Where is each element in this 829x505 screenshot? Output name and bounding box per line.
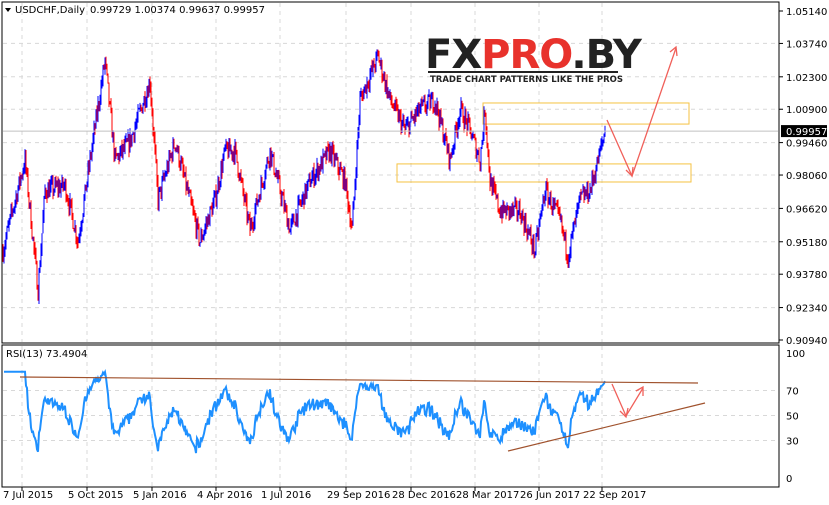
time-tick-label: 5 Jan 2016 <box>133 490 187 501</box>
rsi-tick-label: 30 <box>786 437 799 448</box>
price-tick-label: 0.98060 <box>786 171 827 182</box>
time-tick-label: 1 Jul 2016 <box>261 490 311 501</box>
time-tick-label: 28 Mar 2017 <box>456 490 519 501</box>
main-price-pane[interactable] <box>1 1 780 344</box>
time-axis[interactable]: 7 Jul 2015 5 Oct 2015 5 Jan 2016 4 Apr 2016… <box>3 487 646 501</box>
logo-tagline: TRADE CHART PATTERNS LIKE THE PROS <box>430 75 623 85</box>
fxpro-logo: FXPRO.BY TRADE CHART PATTERNS LIKE THE P… <box>425 32 644 85</box>
time-tick-label: 4 Apr 2016 <box>197 490 252 501</box>
time-tick-label: 7 Jul 2015 <box>3 490 53 501</box>
ohlc-values: 0.99729 1.00374 0.99637 0.99957 <box>90 5 265 16</box>
price-tick-label: 1.02300 <box>786 73 827 84</box>
price-tick-label: 1.03740 <box>786 39 827 50</box>
price-tick-label: 1.00900 <box>786 105 827 116</box>
rsi-tick-label: 0 <box>786 474 792 485</box>
price-tick-label: 0.90940 <box>786 336 827 347</box>
time-tick-label: 29 Sep 2016 <box>327 490 390 501</box>
rsi-tick-label: 70 <box>786 387 799 398</box>
rsi-tick-label: 100 <box>786 349 805 360</box>
time-tick-label: 22 Sep 2017 <box>583 490 646 501</box>
trading-chart[interactable]: FXPRO.BY TRADE CHART PATTERNS LIKE THE P… <box>0 0 829 505</box>
price-tick-label: 0.96620 <box>786 204 827 215</box>
rsi-axis[interactable]: 100 70 50 30 0 <box>786 349 805 485</box>
price-tick-label: 0.92340 <box>786 304 827 315</box>
time-tick-label: 5 Oct 2015 <box>68 490 123 501</box>
time-tick-label: 28 Dec 2016 <box>392 490 456 501</box>
rsi-tick-label: 50 <box>786 412 799 423</box>
price-tick-label: 0.99460 <box>786 139 827 150</box>
time-tick-label: 26 Jun 2017 <box>520 490 580 501</box>
price-tick-label: 1.05140 <box>786 7 827 18</box>
symbol-label[interactable]: USDCHF,Daily <box>15 5 85 16</box>
price-tick-label: 0.93780 <box>786 270 827 281</box>
price-axis[interactable]: 1.05140 1.03740 1.02300 1.00900 0.99460 0.980… <box>779 7 827 347</box>
current-price-tag: 0.99957 <box>781 125 827 138</box>
price-tick-label: 0.95180 <box>786 238 827 249</box>
current-price-value: 0.99957 <box>786 127 827 138</box>
rsi-label: RSI(13) 73.4904 <box>6 349 87 360</box>
